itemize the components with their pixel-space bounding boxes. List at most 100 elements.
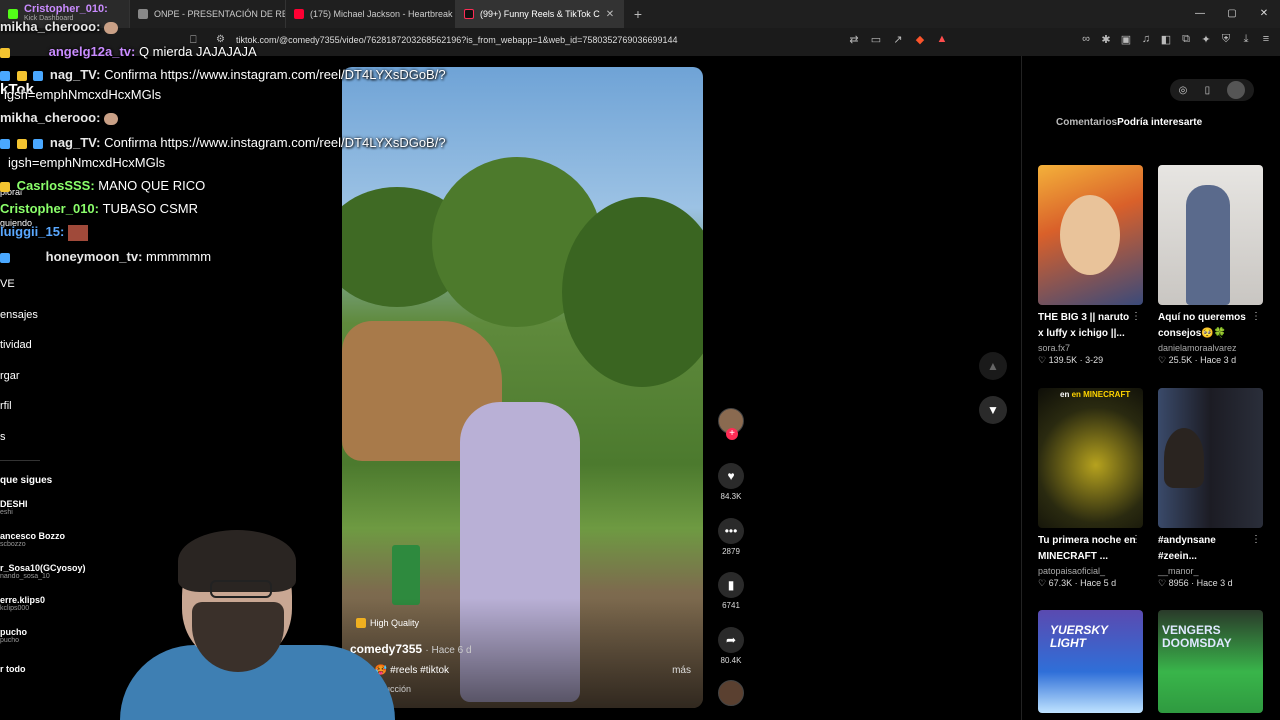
crown-icon: [16, 70, 27, 81]
screenshot-icon[interactable]: ⧉: [1178, 33, 1194, 46]
chat-text: Confirma https://www.instagram.com/reel/…: [104, 67, 446, 82]
sidebar-icon[interactable]: ◧: [1158, 33, 1174, 46]
video-card[interactable]: YUERSKY LIGHT: [1038, 610, 1143, 713]
download-icon[interactable]: ⤓: [1238, 33, 1254, 46]
following-item[interactable]: erre.klips0 kclips000: [0, 595, 45, 612]
more-link[interactable]: más: [672, 665, 691, 676]
following-handle: pucho: [0, 637, 20, 644]
extensions-icon[interactable]: ✱: [1098, 33, 1114, 46]
webcam-person: [210, 580, 272, 598]
address-actions: ⇄ ▭ ↗ ◆ ▲: [846, 33, 950, 46]
chat-user: CasrlosSSS:: [16, 178, 95, 193]
video-card[interactable]: VENGERS DOOMSDAY: [1158, 610, 1263, 713]
profile-avatar[interactable]: [1227, 81, 1246, 99]
chat-text: TUBASO CSMR: [102, 201, 198, 216]
following-handle: eshi: [0, 509, 13, 516]
sound-disc[interactable]: [716, 680, 746, 706]
music-icon[interactable]: ♫: [1138, 33, 1154, 46]
compass-icon[interactable]: ◎: [1179, 85, 1188, 96]
save-button[interactable]: ▮ 6741: [716, 572, 746, 610]
chat-text: Confirma https://www.instagram.com/reel/…: [104, 135, 446, 150]
brave-shield-icon[interactable]: ◆: [912, 33, 928, 46]
following-item[interactable]: DESHI eshi: [0, 499, 28, 516]
sidebar-item-profile[interactable]: rfil: [0, 400, 12, 412]
crown-icon: [0, 181, 10, 192]
chat-message: Cristopher_010: TUBASO CSMR: [0, 201, 198, 216]
close-icon[interactable]: ✕: [606, 9, 614, 20]
right-panel-tabs: ComentariosPodría interesarte: [1056, 117, 1202, 128]
more-options-icon[interactable]: ⋮: [1131, 534, 1141, 545]
card-user: danielamoraalvarez: [1158, 343, 1237, 353]
vpn-icon[interactable]: ∞: [1078, 33, 1094, 46]
chevron-down-icon: ▼: [987, 403, 999, 417]
follow-plus-icon[interactable]: +: [726, 428, 738, 440]
chat-message: angelg12a_tv: Q mierda JAJAJAJA: [0, 44, 257, 59]
next-video-button[interactable]: ▼: [979, 396, 1007, 424]
sidebar-item-activity[interactable]: tividad: [0, 339, 32, 351]
video-thumbnail: VENGERS DOOMSDAY: [1158, 610, 1263, 713]
wallet-icon[interactable]: ▣: [1118, 33, 1134, 46]
following-item[interactable]: pucho pucho: [0, 627, 27, 644]
thumbnail-art: [1186, 185, 1230, 305]
shield-icon[interactable]: ⛨: [1218, 33, 1234, 46]
sidebar-item-messages[interactable]: ensajes: [0, 309, 38, 321]
see-all-link[interactable]: r todo: [0, 664, 26, 674]
share-button[interactable]: ➦ 80.4K: [716, 627, 746, 665]
cast-icon[interactable]: ▭: [868, 33, 884, 46]
rewards-icon[interactable]: ▲: [934, 33, 950, 46]
save-count: 6741: [722, 601, 740, 610]
more-options-icon[interactable]: ⋮: [1251, 534, 1261, 545]
following-name: erre.klips0: [0, 595, 46, 605]
post-age: · Hace 6 d: [425, 645, 472, 656]
new-tab-button[interactable]: +: [624, 6, 652, 22]
video-card[interactable]: THE BIG 3 || naruto x luffy x ichigo ||.…: [1038, 165, 1143, 366]
previous-video-button[interactable]: ▲: [979, 352, 1007, 380]
sidebar-item-more[interactable]: s: [0, 431, 6, 443]
crown-icon: [0, 47, 10, 58]
sub-badge-icon: [0, 138, 10, 149]
card-title: Tu primera noche en MINECRAFT ...: [1038, 535, 1136, 562]
tab-comments[interactable]: Comentarios: [1056, 117, 1117, 128]
tab-podria-interesarte[interactable]: Podría interesarte: [1117, 117, 1202, 128]
like-button[interactable]: ♥ 84.3K: [716, 463, 746, 501]
stream-chat-overlay: kTok plorar guiendo mikha_cherooo: angel…: [0, 0, 520, 280]
thumbnail-text: VENGERS DOOMSDAY: [1162, 623, 1232, 650]
author-avatar[interactable]: +: [716, 408, 746, 440]
more-options-icon[interactable]: ⋮: [1131, 311, 1141, 322]
video-card[interactable]: Aquí no queremos consejos🥺🍀 ⋮ danielamor…: [1158, 165, 1263, 366]
chat-message: mikha_cherooo:: [0, 19, 119, 34]
comment-count: 2879: [722, 547, 740, 556]
chat-user: mikha_cherooo:: [0, 19, 101, 34]
close-window-button[interactable]: ✕: [1248, 0, 1280, 28]
translate-icon[interactable]: ⇄: [846, 33, 862, 46]
webcam-overlay: [120, 530, 395, 720]
maximize-button[interactable]: ▢: [1216, 0, 1248, 28]
video-card[interactable]: en en MINECRAFT Tu primera noche en MINE…: [1038, 388, 1143, 589]
menu-icon[interactable]: ≡: [1258, 33, 1274, 46]
card-stats: ♡ 67.3K · Hace 5 d: [1038, 578, 1117, 588]
sidebar-item-upload[interactable]: rgar: [0, 370, 20, 382]
gem-icon: [33, 138, 44, 149]
chat-text: MANO QUE RICO: [98, 178, 206, 193]
more-options-icon[interactable]: ⋮: [1251, 311, 1261, 322]
comment-button[interactable]: ••• 2879: [716, 518, 746, 556]
share-icon[interactable]: ↗: [890, 33, 906, 46]
chat-message: mikha_cherooo:: [0, 110, 119, 125]
music-disc-icon: [718, 680, 744, 706]
emote-icon: [104, 21, 119, 34]
following-item[interactable]: r_Sosa10(GCyosoy) nando_sosa_10: [0, 563, 86, 580]
chat-text: igsh=emphNmcxdHcxMGls: [8, 155, 166, 170]
leo-icon[interactable]: ✦: [1198, 33, 1214, 46]
window-controls: — ▢ ✕: [1184, 0, 1280, 28]
video-card[interactable]: #andynsane #zeein... ⋮ __manor_ ♡ 8956 ·…: [1158, 388, 1263, 589]
comment-icon: •••: [718, 518, 744, 544]
chat-message: nag_TV: Confirma https://www.instagram.c…: [0, 67, 446, 82]
thumbnail-art: [1060, 195, 1120, 275]
following-item[interactable]: ancesco Bozzo scbozzo: [0, 531, 65, 548]
minimize-button[interactable]: —: [1184, 0, 1216, 28]
chat-message: honeymoon_tv: mmmmmm: [0, 249, 211, 264]
emote-icon: [104, 112, 119, 125]
following-title: que sigues: [0, 475, 53, 486]
following-handle: kclips000: [0, 605, 30, 612]
phone-icon[interactable]: ▯: [1205, 85, 1211, 96]
